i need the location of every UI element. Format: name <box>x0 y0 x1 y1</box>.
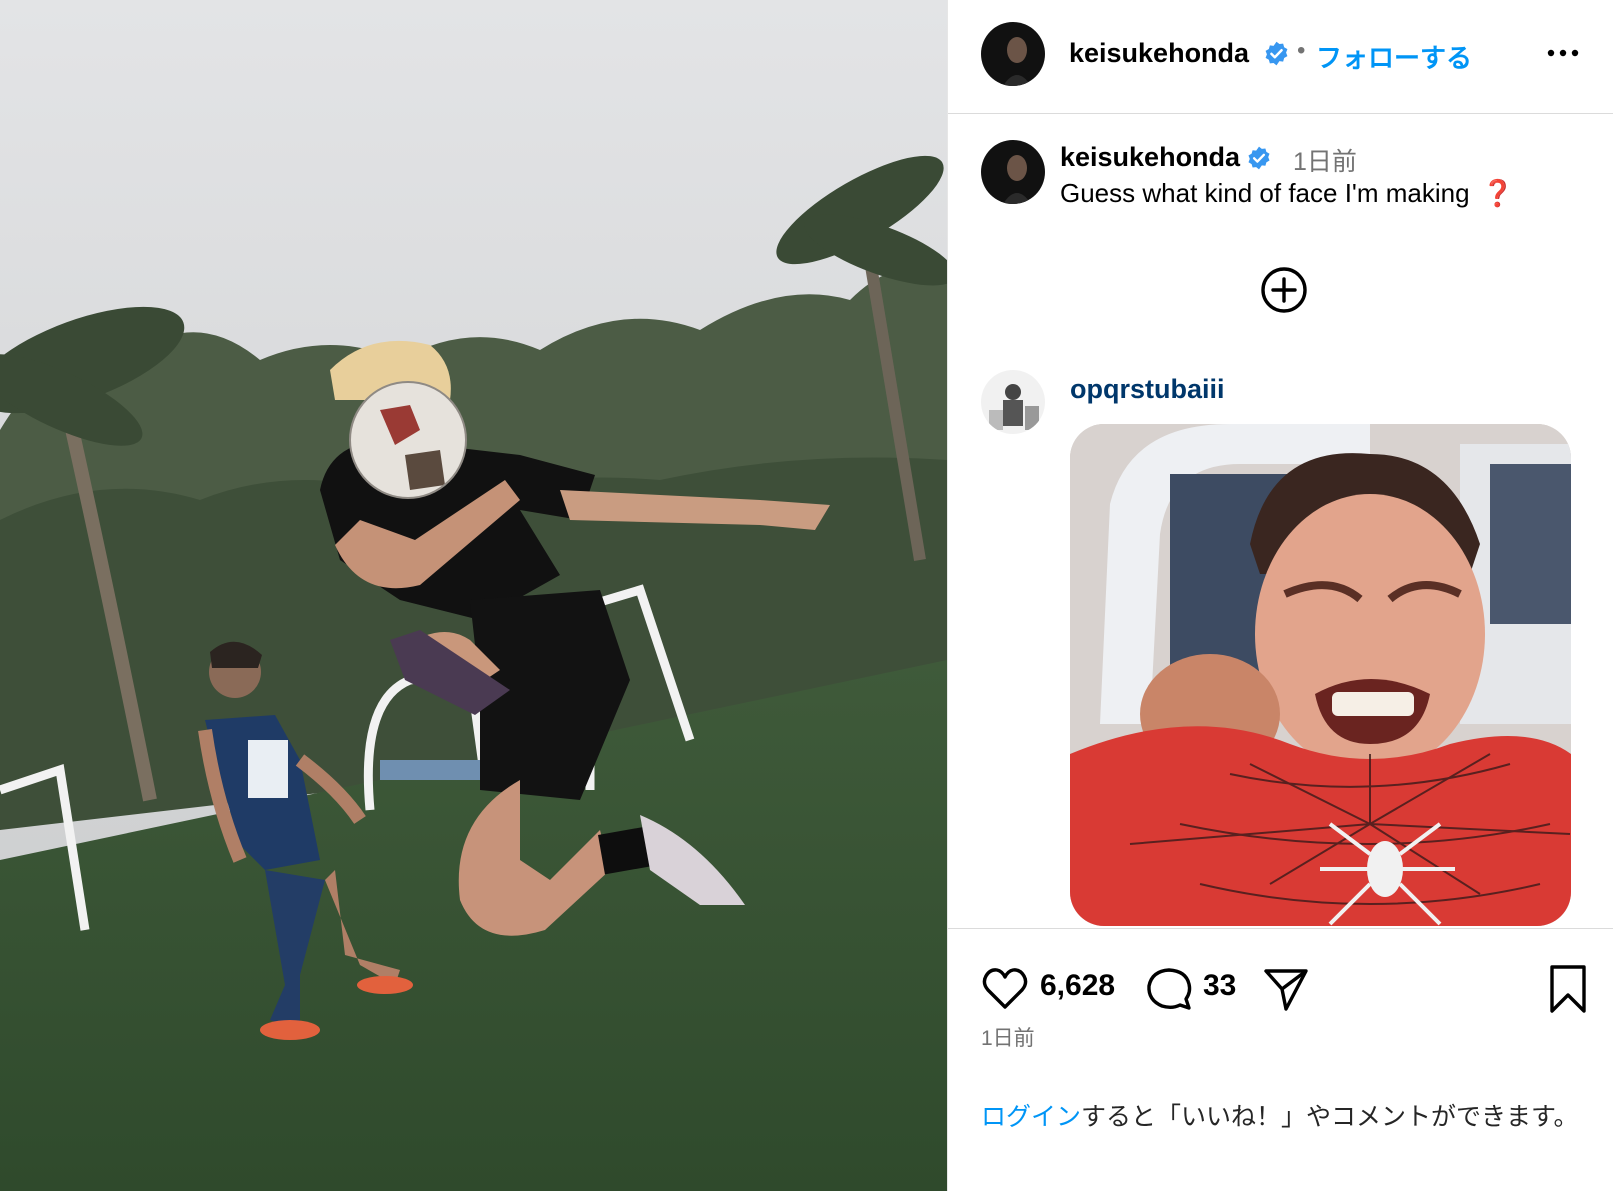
verified-badge-icon <box>1248 146 1270 170</box>
login-prompt-text: すると「いいね！」やコメントができます。 <box>1081 1103 1579 1131</box>
commenter-username[interactable]: opqrstubaiii <box>1070 374 1225 405</box>
heart-icon[interactable] <box>980 964 1030 1014</box>
plus-circle-icon[interactable] <box>1259 265 1309 315</box>
caption-time[interactable]: 1日前 <box>1293 142 1357 178</box>
login-prompt: ログインすると「いいね！」やコメントができます。 <box>981 1098 1581 1136</box>
comment-icon[interactable] <box>1144 964 1194 1014</box>
login-link[interactable]: ログイン <box>981 1103 1081 1131</box>
spider-man-grimace-gif <box>1070 424 1571 926</box>
verified-badge-icon <box>1265 41 1288 66</box>
commenter-avatar[interactable] <box>981 370 1045 434</box>
more-options-icon[interactable] <box>1545 40 1581 66</box>
like-count[interactable]: 6,628 <box>1040 969 1115 1003</box>
comment-gif[interactable] <box>1070 424 1571 926</box>
post-time[interactable]: 1日前 <box>981 1022 1035 1052</box>
post-header: keisukehonda • フォローする <box>948 0 1613 114</box>
caption-body: Guess what kind of face I'm making <box>1060 178 1470 208</box>
author-avatar[interactable] <box>981 22 1045 86</box>
comment-count[interactable]: 33 <box>1203 969 1236 1003</box>
caption-username[interactable]: keisukehonda <box>1060 142 1240 173</box>
post-photo[interactable] <box>0 0 947 1191</box>
caption-text: Guess what kind of face I'm making ❓ <box>1060 178 1514 209</box>
bookmark-icon[interactable] <box>1546 963 1590 1015</box>
separator-dot: • <box>1297 37 1306 64</box>
photo-soccer-player-headering-ball <box>0 0 947 1191</box>
follow-button[interactable]: フォローする <box>1316 38 1472 75</box>
question-mark-emoji: ❓ <box>1481 178 1514 208</box>
author-username[interactable]: keisukehonda <box>1069 38 1249 69</box>
caption-avatar[interactable] <box>981 140 1045 204</box>
share-icon[interactable] <box>1260 963 1312 1015</box>
post-sidebar: keisukehonda • フォローする keisukehonda 1日前 G <box>947 0 1613 1191</box>
